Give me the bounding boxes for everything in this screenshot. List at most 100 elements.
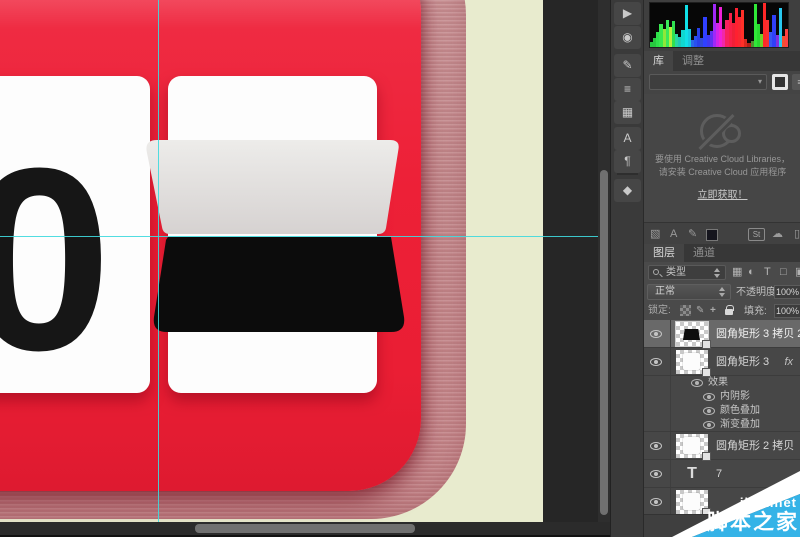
actions-panel-icon[interactable]: ▶ bbox=[614, 2, 641, 25]
horizontal-scrollbar[interactable] bbox=[0, 522, 610, 535]
fill-value[interactable]: 100% bbox=[774, 304, 800, 318]
text-layer-thumbnail[interactable]: T bbox=[676, 462, 708, 486]
layer-thumbnail[interactable] bbox=[676, 490, 708, 514]
layer-list: 圆角矩形 3 拷贝 2 圆角矩形 3 fx 效果 内阴影 颜色叠加 渐变叠加 圆… bbox=[644, 320, 800, 514]
canvas-area: 0 bbox=[0, 0, 610, 537]
row-divider bbox=[670, 348, 671, 375]
layer-name: 7 bbox=[716, 460, 722, 488]
tab-adjustments[interactable]: 调整 bbox=[673, 51, 713, 71]
visibility-toggle[interactable] bbox=[702, 419, 718, 431]
add-character-style-icon[interactable]: A bbox=[670, 227, 677, 241]
get-now-link[interactable]: 立即获取！ bbox=[644, 186, 800, 201]
visibility-toggle[interactable] bbox=[690, 377, 706, 389]
eye-icon bbox=[650, 330, 662, 338]
opacity-value[interactable]: 100% bbox=[774, 285, 800, 299]
visibility-toggle[interactable] bbox=[702, 405, 718, 417]
layer-row[interactable] bbox=[644, 488, 800, 516]
vertical-scrollbar[interactable] bbox=[598, 0, 610, 522]
blend-mode-dropdown[interactable]: 正常 bbox=[647, 284, 731, 300]
sync-cloud-icon[interactable]: ☁ bbox=[772, 227, 783, 241]
row-divider bbox=[670, 404, 671, 418]
photoshop-window: 0 ▶◉✎≡▦A¶◆ bbox=[0, 0, 800, 537]
layer-thumbnail[interactable] bbox=[676, 350, 708, 374]
filter-pixel-layers-icon[interactable]: ▦ bbox=[732, 265, 742, 279]
lock-all-icon[interactable] bbox=[725, 309, 733, 315]
horizontal-guide bbox=[0, 236, 598, 237]
chevron-down-icon: ▾ bbox=[758, 77, 762, 86]
layers-tabbar: 图层 通道 bbox=[644, 244, 800, 262]
layer-effect-row[interactable]: 效果 bbox=[644, 376, 800, 390]
lock-transparency-icon[interactable] bbox=[680, 305, 691, 316]
threed-panel-icon[interactable]: ◆ bbox=[614, 179, 641, 202]
cc-message-line2: 请安装 Creative Cloud 应用程序 bbox=[644, 165, 800, 178]
eye-icon bbox=[703, 421, 715, 429]
tab-layers[interactable]: 图层 bbox=[644, 244, 684, 262]
layer-row[interactable]: 圆角矩形 3 fx bbox=[644, 348, 800, 376]
visibility-toggle[interactable] bbox=[702, 391, 718, 403]
layer-row[interactable]: 圆角矩形 2 拷贝 bbox=[644, 432, 800, 460]
row-divider bbox=[670, 320, 671, 347]
clone-source-panel-icon[interactable]: ▦ bbox=[614, 101, 641, 124]
eye-icon bbox=[703, 393, 715, 401]
visibility-toggle[interactable] bbox=[649, 328, 665, 340]
layer-effect-row[interactable]: 内阴影 bbox=[644, 390, 800, 404]
lock-label: 锁定: bbox=[648, 305, 671, 317]
filter-kind-label: 类型 bbox=[666, 267, 686, 278]
tool-presets-panel-icon[interactable]: ≡ bbox=[614, 78, 641, 101]
visibility-toggle[interactable] bbox=[649, 356, 665, 368]
blend-mode-row: 正常 不透明度: 100% bbox=[644, 282, 800, 302]
eye-icon bbox=[650, 442, 662, 450]
eye-icon bbox=[703, 407, 715, 415]
libraries-tabbar: 库 调整 bbox=[644, 51, 800, 71]
panel-column: 库 调整 ▾ ≡ 要使用 Creative Cloud Libraries， 请… bbox=[643, 0, 800, 537]
thumbnail-shape bbox=[683, 329, 700, 340]
libraries-search-dropdown[interactable]: ▾ bbox=[649, 74, 767, 90]
lock-position-icon[interactable]: + bbox=[710, 305, 716, 317]
layer-effect-row[interactable]: 渐变叠加 bbox=[644, 418, 800, 432]
layer-thumbnail[interactable] bbox=[676, 434, 708, 458]
vertical-scrollbar-thumb[interactable] bbox=[600, 170, 608, 515]
tab-libraries[interactable]: 库 bbox=[644, 51, 673, 71]
row-divider bbox=[670, 488, 671, 515]
flap-bottom-black bbox=[154, 237, 404, 332]
brush-settings-panel-icon[interactable]: ✎ bbox=[614, 54, 641, 77]
lock-paint-icon[interactable]: ✎ bbox=[696, 305, 704, 317]
character-panel-icon[interactable]: A bbox=[614, 127, 641, 150]
search-icon bbox=[653, 269, 659, 275]
visibility-toggle[interactable] bbox=[649, 440, 665, 452]
layer-row[interactable]: T 7 bbox=[644, 460, 800, 488]
layer-thumbnail[interactable] bbox=[676, 322, 708, 346]
filter-shape-layers-icon[interactable]: □ bbox=[780, 265, 787, 279]
libraries-bottom-bar: ▧ A ✎ St ☁ ▯ bbox=[644, 222, 800, 244]
adobe-stock-icon[interactable]: St bbox=[748, 228, 765, 241]
color-swatch[interactable] bbox=[706, 229, 718, 241]
list-view-button[interactable]: ≡ bbox=[792, 74, 800, 90]
histogram-panel bbox=[644, 0, 800, 51]
history-panel-icon[interactable]: ◉ bbox=[614, 26, 641, 49]
eye-icon bbox=[650, 470, 662, 478]
layer-name: 圆角矩形 3 bbox=[716, 348, 769, 376]
effect-name: 渐变叠加 bbox=[720, 418, 760, 432]
filter-adjustment-layers-icon[interactable]: ◐ bbox=[748, 265, 755, 279]
eye-icon bbox=[650, 498, 662, 506]
canvas-document[interactable]: 0 bbox=[0, 0, 543, 522]
filter-smart-objects-icon[interactable]: ▣ bbox=[795, 265, 800, 279]
visibility-toggle[interactable] bbox=[649, 496, 665, 508]
histogram-chart bbox=[649, 2, 789, 48]
add-layer-style-icon[interactable]: ✎ bbox=[688, 227, 697, 241]
filter-type-layers-icon[interactable]: T bbox=[764, 265, 771, 279]
delete-icon[interactable]: ▯ bbox=[794, 227, 800, 241]
tab-channels[interactable]: 通道 bbox=[684, 244, 724, 262]
grid-view-button[interactable] bbox=[772, 74, 788, 90]
filter-kind-dropdown[interactable]: 类型 bbox=[648, 265, 726, 280]
layer-effect-row[interactable]: 颜色叠加 bbox=[644, 404, 800, 418]
visibility-toggle[interactable] bbox=[649, 468, 665, 480]
row-divider bbox=[670, 460, 671, 487]
thumbnail-shape bbox=[683, 353, 700, 370]
pasteboard bbox=[543, 0, 598, 522]
add-graphic-icon[interactable]: ▧ bbox=[650, 227, 660, 241]
layer-row[interactable]: 圆角矩形 3 拷贝 2 bbox=[644, 320, 800, 348]
panel-dock: ▶◉ ✎≡▦ A¶ ◆ bbox=[610, 0, 643, 537]
horizontal-scrollbar-thumb[interactable] bbox=[195, 524, 415, 533]
paragraph-panel-icon[interactable]: ¶ bbox=[614, 150, 641, 173]
